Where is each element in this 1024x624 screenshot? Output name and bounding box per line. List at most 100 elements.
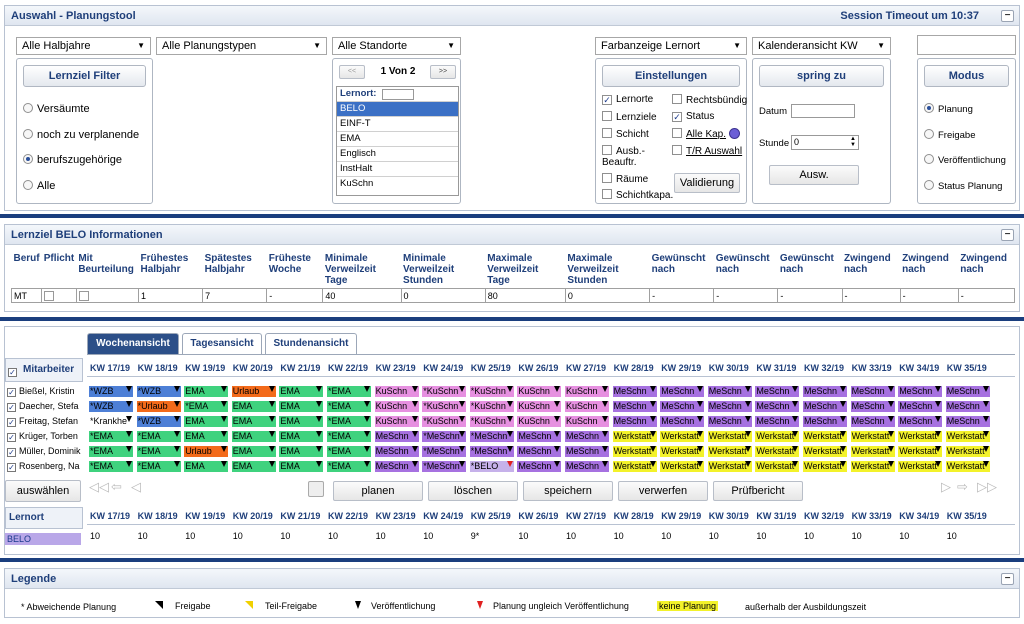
plan-cell[interactable]: MeSchn	[565, 431, 609, 442]
farbanzeige-select[interactable]: Farbanzeige Lernort ▼	[595, 37, 747, 55]
plan-cell[interactable]: Werkstatt	[660, 446, 705, 457]
modus-text-input[interactable]	[917, 35, 1016, 55]
plan-cell[interactable]: MeSchn	[803, 401, 847, 412]
plan-cell[interactable]: Werkstatt	[707, 431, 752, 442]
plan-cell[interactable]: MeSchn	[803, 386, 847, 397]
plan-cell[interactable]: Werkstatt	[945, 461, 990, 472]
verwerfen-button[interactable]: verwerfen	[618, 481, 708, 501]
plan-cell[interactable]: KuSchn	[565, 401, 609, 412]
plan-cell[interactable]: MeSchn	[517, 431, 562, 442]
plan-cell[interactable]: Werkstatt	[803, 446, 847, 457]
spring-zu-button[interactable]: spring zu	[759, 65, 884, 87]
plan-cell[interactable]: EMA	[279, 386, 324, 397]
plan-cell[interactable]: EMA	[184, 431, 229, 442]
plan-cell[interactable]: MeSchn	[803, 416, 847, 427]
next-page-icon[interactable]: ▷	[941, 479, 951, 495]
tab-tagesansicht[interactable]: Tagesansicht	[182, 333, 262, 354]
plan-cell[interactable]: MeSchn	[850, 416, 895, 427]
plan-cell[interactable]: *KuSchn	[469, 416, 514, 427]
check-raeume[interactable]: Räume	[602, 173, 648, 185]
kalender-select[interactable]: Kalenderansicht KW ▼	[752, 37, 891, 55]
employee-row[interactable]: ✓ Freitag, Stefan	[7, 415, 85, 428]
plan-cell[interactable]: EMA	[279, 461, 324, 472]
plan-cell[interactable]: Werkstatt	[850, 431, 895, 442]
plan-cell[interactable]: MeSchn	[612, 386, 657, 397]
plan-cell[interactable]: *MeSchn	[422, 431, 467, 442]
plan-cell[interactable]: MeSchn	[612, 401, 657, 412]
plan-cell[interactable]: Werkstatt	[707, 446, 752, 457]
plan-cell[interactable]: Werkstatt	[945, 431, 990, 442]
plan-cell[interactable]: EMA	[231, 431, 276, 442]
datum-input[interactable]	[791, 104, 855, 118]
plan-cell[interactable]: *WZB	[89, 386, 133, 397]
plan-cell[interactable]: *MeSchn	[469, 446, 514, 457]
plan-cell[interactable]: Urlaub	[231, 386, 276, 397]
check-alle-kap[interactable]: Alle Kap.	[672, 128, 741, 140]
plan-cell[interactable]: MeSchn	[517, 461, 562, 472]
info-cell[interactable]	[75, 288, 139, 303]
plan-cell[interactable]: Werkstatt	[612, 431, 657, 442]
radio-noch-zu-verplanende[interactable]: noch zu verplanende	[23, 129, 139, 141]
plan-cell[interactable]: MeSchn	[517, 446, 562, 457]
plan-cell[interactable]: KuSchn	[517, 416, 562, 427]
halbjahre-select[interactable]: Alle Halbjahre ▼	[16, 37, 151, 55]
check-lernorte[interactable]: ✓ Lernorte	[602, 94, 653, 105]
radio-veroeffentlichung[interactable]: Veröffentlichung	[924, 154, 1006, 166]
radio-planung[interactable]: Planung	[924, 103, 973, 115]
plan-cell[interactable]: *EMA	[327, 461, 371, 472]
checkbox-icon[interactable]	[44, 290, 55, 301]
plan-cell[interactable]: *EMA	[136, 431, 181, 442]
employee-row[interactable]: ✓ Krüger, Torben	[7, 430, 85, 443]
check-status[interactable]: ✓ Status	[672, 111, 714, 122]
plan-cell[interactable]: MeSchn	[898, 401, 943, 412]
plan-cell[interactable]: *EMA	[136, 461, 181, 472]
standorte-select[interactable]: Alle Standorte ▼	[332, 37, 461, 55]
plan-cell[interactable]: MeSchn	[660, 401, 705, 412]
plan-cell[interactable]: *KuSchn	[422, 386, 467, 397]
check-rechtsbuendig[interactable]: Rechtsbündig	[672, 94, 747, 106]
plan-cell[interactable]: *EMA	[327, 446, 371, 457]
plan-cell[interactable]: *WZB	[89, 401, 133, 412]
lernort-item[interactable]: KuSchn	[337, 177, 458, 192]
plan-cell[interactable]: MeSchn	[707, 401, 752, 412]
lernort-row[interactable]: BELO	[5, 533, 81, 545]
tab-wochenansicht[interactable]: Wochenansicht	[87, 333, 179, 354]
plan-cell[interactable]: EMA	[184, 461, 229, 472]
lernort-item[interactable]: InstHalt	[337, 162, 458, 177]
plan-cell[interactable]: EMA	[231, 461, 276, 472]
plan-cell[interactable]: Werkstatt	[755, 446, 800, 457]
plan-cell[interactable]: Werkstatt	[898, 431, 943, 442]
plan-cell[interactable]: Werkstatt	[755, 461, 800, 472]
plan-cell[interactable]: *EMA	[327, 431, 371, 442]
plan-cell[interactable]: MeSchn	[374, 461, 419, 472]
plan-cell[interactable]: *EMA	[89, 446, 133, 457]
employee-row[interactable]: ✓ Bießel, Kristin	[7, 385, 85, 398]
plan-cell[interactable]: KuSchn	[565, 416, 609, 427]
plan-cell[interactable]: *EMA	[327, 386, 371, 397]
stunde-spinner[interactable]: 0 ▲ ▼	[791, 135, 859, 150]
check-schicht[interactable]: Schicht	[602, 128, 649, 140]
plan-cell[interactable]: Werkstatt	[707, 461, 752, 472]
info-cell[interactable]	[41, 288, 77, 303]
radio-alle[interactable]: Alle	[23, 180, 55, 192]
planen-button[interactable]: planen	[333, 481, 423, 501]
plan-cell[interactable]: MeSchn	[850, 386, 895, 397]
plan-cell[interactable]: Urlaub	[184, 446, 229, 457]
plan-cell[interactable]: *MeSchn	[422, 461, 467, 472]
plan-cell[interactable]: *BELO	[469, 461, 514, 472]
ausw-button[interactable]: Ausw.	[769, 165, 859, 185]
plan-cell[interactable]: Werkstatt	[612, 446, 657, 457]
plan-cell[interactable]: *EMA	[327, 401, 371, 412]
lernziel-filter-button[interactable]: Lernziel Filter	[23, 65, 146, 87]
prev-page-icon[interactable]: ◁	[131, 479, 141, 495]
plan-cell[interactable]: Werkstatt	[803, 461, 847, 472]
employee-row[interactable]: ✓ Daecher, Stefa	[7, 400, 85, 413]
modus-button[interactable]: Modus	[924, 65, 1009, 87]
pager-prev-button[interactable]: <<	[339, 65, 365, 79]
plan-cell[interactable]: *WZB	[136, 386, 181, 397]
plan-cell[interactable]: MeSchn	[898, 416, 943, 427]
plan-cell[interactable]: *KuSchn	[469, 386, 514, 397]
plan-cell[interactable]: Werkstatt	[612, 461, 657, 472]
plan-cell[interactable]: KuSchn	[374, 416, 419, 427]
plan-cell[interactable]: *KuSchn	[469, 401, 514, 412]
